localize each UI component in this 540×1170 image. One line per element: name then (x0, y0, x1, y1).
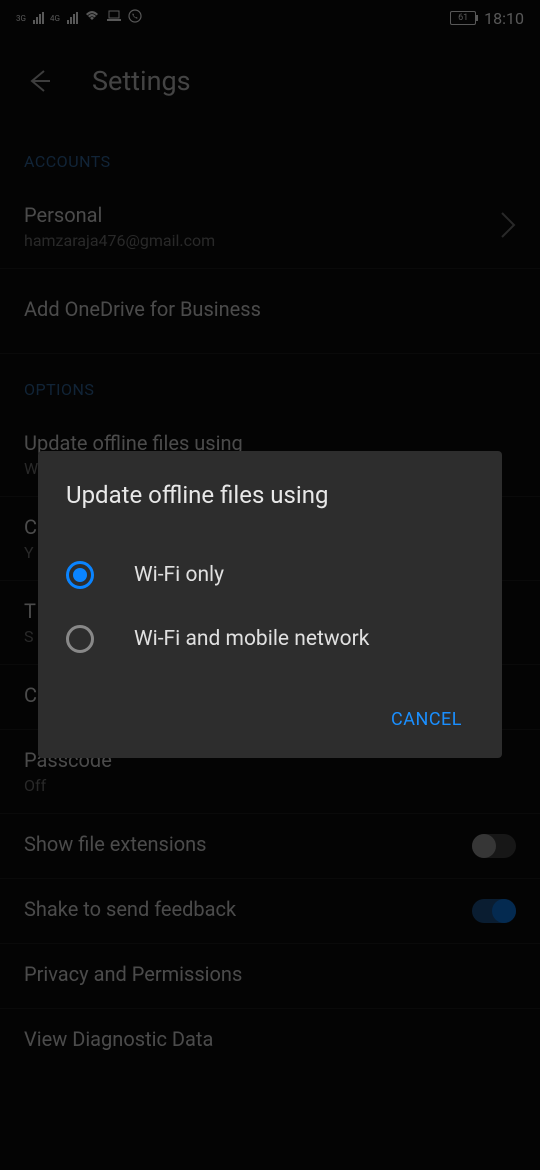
radio-option-wifi-mobile[interactable]: Wi-Fi and mobile network (62, 607, 478, 671)
radio-option-wifi-only[interactable]: Wi-Fi only (62, 543, 478, 607)
radio-selected-icon (66, 561, 94, 589)
radio-unselected-icon (66, 625, 94, 653)
update-offline-dialog: Update offline files using Wi-Fi only Wi… (38, 451, 502, 758)
radio-label-2: Wi-Fi and mobile network (134, 627, 369, 651)
dialog-overlay[interactable]: Update offline files using Wi-Fi only Wi… (0, 0, 540, 1170)
cancel-button[interactable]: CANCEL (375, 701, 478, 738)
radio-label-1: Wi-Fi only (134, 563, 224, 587)
dialog-actions: CANCEL (62, 701, 478, 738)
dialog-title: Update offline files using (62, 481, 478, 509)
